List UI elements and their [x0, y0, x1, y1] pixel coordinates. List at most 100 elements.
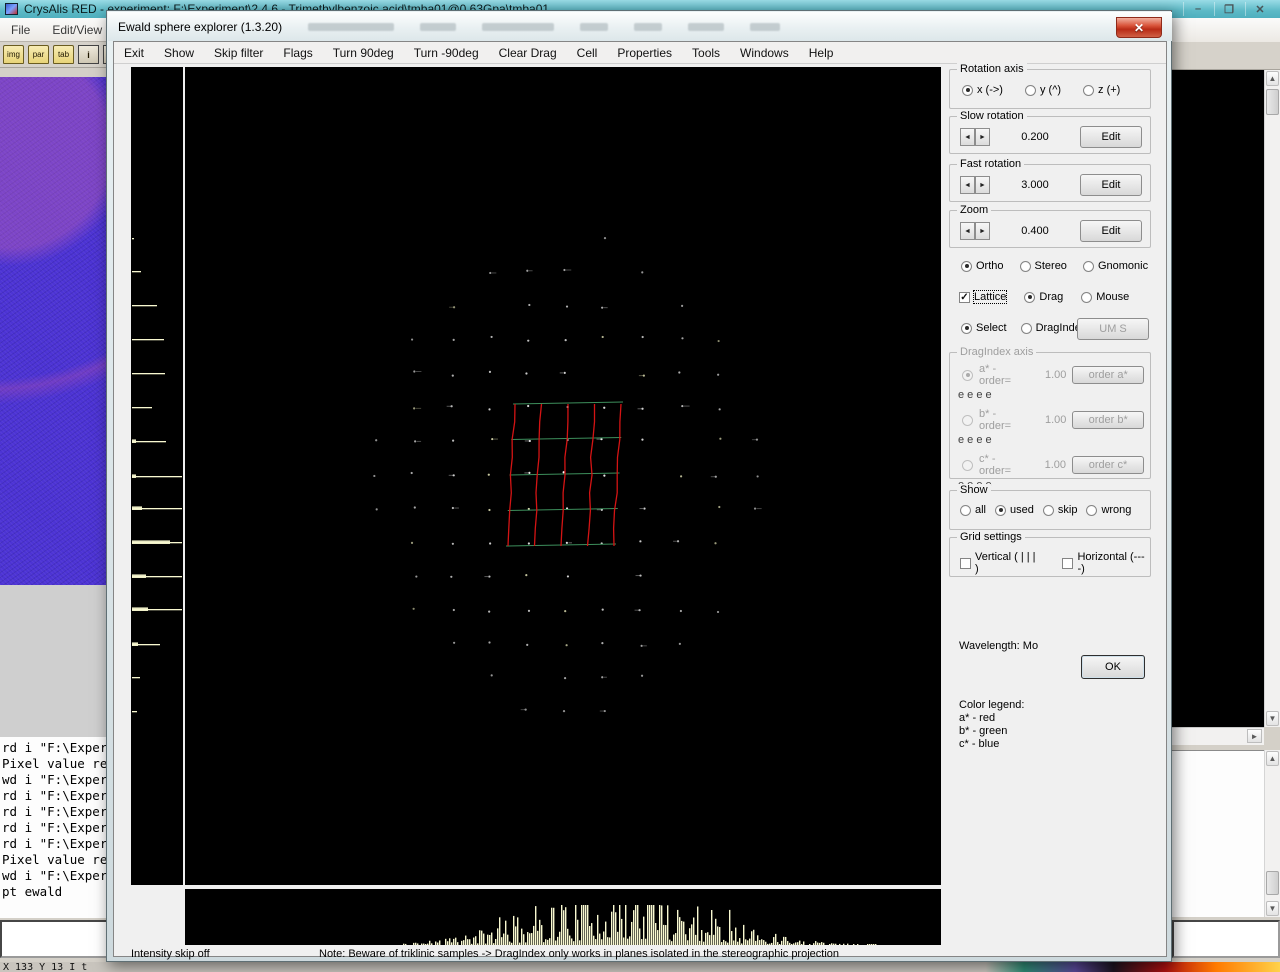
radio-show-all[interactable]: all [960, 504, 986, 516]
dialog-menu-item[interactable]: Turn 90deg [323, 46, 404, 60]
order-sub-text: e e e e [958, 389, 1150, 401]
radio-label: c* - order= [979, 453, 1031, 477]
console-vertical-scrollbar[interactable]: ▲ ▼ [1264, 750, 1280, 917]
checkbox-label: Lattice [974, 291, 1006, 303]
close-icon[interactable]: ✕ [1245, 2, 1274, 16]
dialog-menu-item[interactable]: Turn -90deg [404, 46, 489, 60]
dialog-titlebar[interactable]: Ewald sphere explorer (1.3.20) ✕ [108, 12, 1172, 41]
radio-mouse[interactable]: Mouse [1081, 291, 1129, 303]
spin-left-icon[interactable]: ◄ [960, 128, 975, 146]
radio-show-wrong[interactable]: wrong [1086, 504, 1131, 516]
wavelength-label: Wavelength: Mo [959, 640, 1038, 652]
toolbar-icon-img[interactable]: img [3, 45, 24, 64]
toolbar-icon-i[interactable]: i [78, 45, 99, 64]
group-caption: Fast rotation [957, 158, 1024, 170]
minimize-icon[interactable]: – [1183, 2, 1212, 16]
main-menu-item[interactable]: File [0, 23, 41, 37]
radio-icon [960, 505, 971, 516]
app-icon [5, 3, 18, 15]
fast-rotation-stepper[interactable]: ◄► [960, 176, 990, 194]
radio-icon [962, 85, 973, 96]
scrollbar-thumb[interactable] [1266, 89, 1279, 115]
color-legend: Color legend:a* - redb* - greenc* - blue [959, 699, 1024, 751]
scroll-down-icon[interactable]: ▼ [1266, 901, 1279, 916]
checkbox-icon [959, 292, 970, 303]
image-vertical-scrollbar[interactable]: ▲ ▼ [1264, 70, 1280, 727]
main-menu-item[interactable]: Edit/View [41, 23, 113, 37]
lattice-checkbox[interactable]: Lattice [959, 291, 1006, 303]
fast-rotation-group: Fast rotation ◄► 3.000 Edit [949, 164, 1151, 202]
ghost-menu-text [308, 23, 394, 31]
radio-show-used[interactable]: used [995, 504, 1034, 516]
ghost-menu-text [750, 23, 780, 31]
radio-label: x (->) [977, 84, 1003, 96]
radio-label: Gnomonic [1098, 260, 1148, 272]
spin-left-icon[interactable]: ◄ [960, 222, 975, 240]
slow-rotation-edit-button[interactable]: Edit [1080, 126, 1142, 148]
dialog-menu-item[interactable]: Exit [114, 46, 154, 60]
radio-x-axis[interactable]: x (->) [962, 84, 1003, 96]
radio-ortho[interactable]: Ortho [961, 260, 1004, 272]
ewald-lattice-canvas[interactable] [185, 67, 941, 885]
toolbar-icon-par[interactable]: par [28, 45, 49, 64]
dialog-menu-item[interactable]: Properties [607, 46, 682, 60]
command-input-right[interactable] [1172, 920, 1280, 958]
dialog-menu-item[interactable]: Show [154, 46, 204, 60]
scrollbar-thumb[interactable] [1266, 871, 1279, 895]
restore-icon[interactable]: ❐ [1214, 2, 1243, 16]
dialog-menubar: ExitShowSkip filterFlagsTurn 90degTurn -… [114, 42, 1166, 64]
dialog-menu-item[interactable]: Cell [567, 46, 608, 60]
group-caption: Rotation axis [957, 63, 1027, 75]
dialog-menu-item[interactable]: Windows [730, 46, 799, 60]
scroll-up-icon[interactable]: ▲ [1266, 751, 1279, 766]
horizontal-grid-checkbox[interactable]: Horizontal (----) [1062, 551, 1150, 575]
scroll-right-icon[interactable]: ► [1247, 729, 1262, 743]
dialog-menu-item[interactable]: Tools [682, 46, 730, 60]
ghost-menu-text [688, 23, 724, 31]
zoom-value: 0.400 [990, 225, 1080, 237]
dialog-menu-item[interactable]: Help [799, 46, 844, 60]
radio-show-skip[interactable]: skip [1043, 504, 1078, 516]
group-caption: Slow rotation [957, 110, 1027, 122]
close-icon[interactable]: ✕ [1116, 17, 1162, 38]
um-s-button[interactable]: UM S [1077, 318, 1149, 340]
image-horizontal-scrollbar[interactable]: ► [1172, 727, 1264, 745]
control-panel: Rotation axis x (->) y (^) z (+) Slow ro… [947, 64, 1157, 956]
spin-left-icon[interactable]: ◄ [960, 176, 975, 194]
grid-settings-group: Grid settings Vertical ( | | | ) Horizon… [949, 537, 1151, 577]
ok-button[interactable]: OK [1081, 655, 1145, 679]
image-view-right [1172, 70, 1264, 727]
spin-right-icon[interactable]: ► [975, 176, 990, 194]
fast-rotation-edit-button[interactable]: Edit [1080, 174, 1142, 196]
toolbar-icon-tab[interactable]: tab [53, 45, 74, 64]
radio-icon [961, 323, 972, 334]
radio-drag[interactable]: Drag [1024, 291, 1063, 303]
command-input[interactable] [0, 920, 112, 958]
ghost-menu-text [420, 23, 456, 31]
order-b-button[interactable]: order b* [1072, 411, 1144, 429]
radio-gnomonic[interactable]: Gnomonic [1083, 260, 1148, 272]
radio-icon [962, 415, 973, 426]
radio-y-axis[interactable]: y (^) [1025, 84, 1061, 96]
spin-right-icon[interactable]: ► [975, 128, 990, 146]
dialog-menu-item[interactable]: Flags [273, 46, 322, 60]
show-group: Show all used skip wrong [949, 490, 1151, 530]
scroll-up-icon[interactable]: ▲ [1266, 71, 1279, 86]
order-c-button[interactable]: order c* [1072, 456, 1144, 474]
spin-right-icon[interactable]: ► [975, 222, 990, 240]
radio-select[interactable]: Select [961, 322, 1007, 334]
radio-icon [962, 460, 973, 471]
dialog-menu-item[interactable]: Skip filter [204, 46, 273, 60]
radio-label: a* - order= [979, 363, 1031, 387]
radio-label: Drag [1039, 291, 1063, 303]
vertical-grid-checkbox[interactable]: Vertical ( | | | ) [960, 551, 1040, 575]
zoom-stepper[interactable]: ◄► [960, 222, 990, 240]
dialog-menu-item[interactable]: Clear Drag [489, 46, 567, 60]
zoom-edit-button[interactable]: Edit [1080, 220, 1142, 242]
scroll-down-icon[interactable]: ▼ [1266, 711, 1279, 726]
order-a-button[interactable]: order a* [1072, 366, 1144, 384]
radio-z-axis[interactable]: z (+) [1083, 84, 1120, 96]
slow-rotation-stepper[interactable]: ◄► [960, 128, 990, 146]
radio-stereo[interactable]: Stereo [1020, 260, 1067, 272]
radio-label: z (+) [1098, 84, 1120, 96]
